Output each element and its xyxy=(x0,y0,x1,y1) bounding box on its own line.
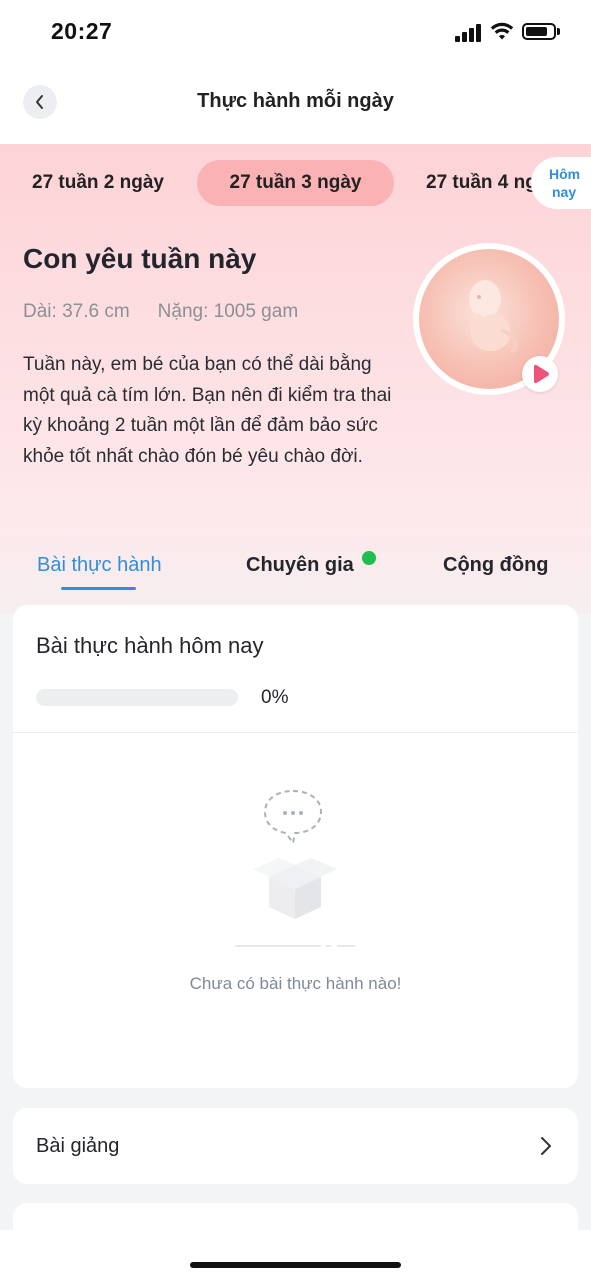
play-video-button[interactable] xyxy=(522,356,558,392)
lecture-row[interactable]: Bài giảng xyxy=(13,1108,578,1184)
battery-icon xyxy=(522,23,556,40)
status-time: 20:27 xyxy=(51,18,113,44)
active-tab-indicator xyxy=(61,587,136,590)
home-indicator[interactable] xyxy=(190,1262,401,1268)
practice-card: Bài thực hành hôm nay 0% Chưa có bài thự… xyxy=(13,605,578,1088)
chevron-right-icon xyxy=(541,1137,551,1155)
baby-weight: Nặng: 1005 gam xyxy=(157,301,299,322)
status-bar: 20:27 xyxy=(0,0,591,64)
tab-expert[interactable]: Chuyên gia xyxy=(246,554,354,577)
cellular-signal-icon xyxy=(455,24,483,42)
week-item-27w2d[interactable]: 27 tuần 2 ngày xyxy=(32,160,164,206)
practice-progress-bar xyxy=(36,689,238,706)
empty-state-message: Chưa có bài thực hành nào! xyxy=(189,974,402,993)
lecture-label: Bài giảng xyxy=(36,1135,120,1157)
baby-description: Tuần này, em bé của bạn có thể dài bằng … xyxy=(23,354,392,467)
app-header: Thực hành mỗi ngày xyxy=(0,64,591,144)
week-item-27w3d[interactable]: 27 tuần 3 ngày xyxy=(197,160,394,206)
today-button-line1: Hôm xyxy=(549,166,581,182)
tab-community[interactable]: Cộng đồng xyxy=(443,554,549,577)
today-button-line2: nay xyxy=(552,184,577,200)
home-bar xyxy=(0,1230,591,1280)
battery-cap xyxy=(557,28,560,35)
baby-heading: Con yêu tuần này xyxy=(23,243,257,274)
baby-week-hero: 27 tuần 2 ngày 27 tuần 3 ngày 27 tuần 4 … xyxy=(0,144,591,614)
week-selector: 27 tuần 2 ngày 27 tuần 3 ngày 27 tuần 4 … xyxy=(0,160,591,206)
baby-measures: Dài: 37.6 cm Nặng: 1005 gam xyxy=(23,301,298,323)
expert-notification-badge xyxy=(362,551,376,565)
wifi-icon xyxy=(490,22,514,40)
today-button[interactable]: Hôm nay xyxy=(531,157,591,209)
practice-title: Bài thực hành hôm nay xyxy=(36,633,264,658)
play-icon xyxy=(534,364,549,384)
tab-practice[interactable]: Bài thực hành xyxy=(37,554,162,577)
page-title: Thực hành mỗi ngày xyxy=(197,90,394,112)
practice-progress-label: 0% xyxy=(261,687,289,708)
baby-length: Dài: 37.6 cm xyxy=(23,301,130,322)
empty-box-icon xyxy=(235,789,355,947)
card-divider xyxy=(13,732,578,733)
